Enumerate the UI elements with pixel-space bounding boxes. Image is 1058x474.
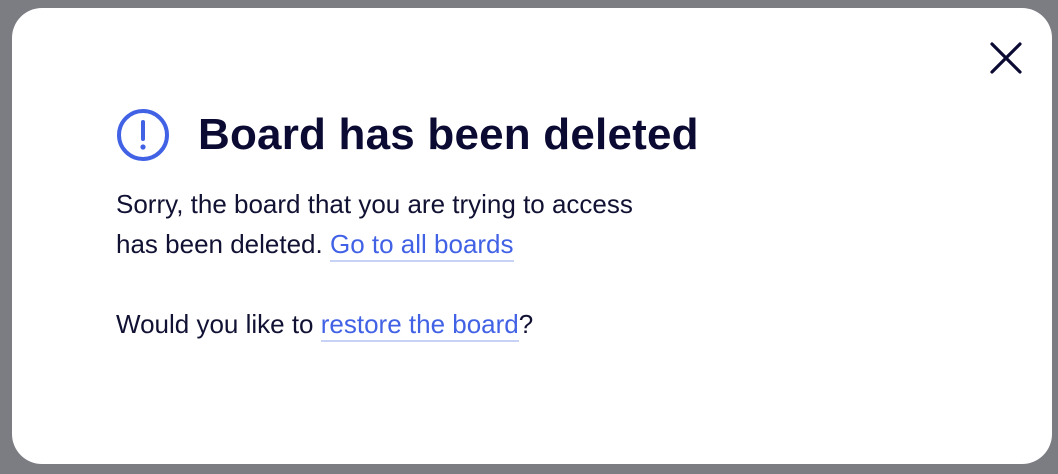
dialog-title: Board has been deleted xyxy=(198,110,699,159)
deleted-message: Sorry, the board that you are trying to … xyxy=(116,184,756,264)
close-button[interactable] xyxy=(984,36,1028,80)
close-icon xyxy=(990,42,1022,74)
board-deleted-dialog: Board has been deleted Sorry, the board … xyxy=(12,8,1052,464)
restore-board-link[interactable]: restore the board xyxy=(320,309,519,342)
message-line-2: has been deleted. xyxy=(116,229,323,259)
restore-prompt: Would you like to restore the board? xyxy=(116,304,756,344)
restore-prompt-suffix: ? xyxy=(518,309,534,339)
go-to-all-boards-link[interactable]: Go to all boards xyxy=(329,229,514,262)
dialog-header: Board has been deleted xyxy=(116,108,699,162)
dialog-body: Sorry, the board that you are trying to … xyxy=(116,184,756,344)
restore-prompt-prefix: Would you like to xyxy=(116,309,314,339)
message-line-1: Sorry, the board that you are trying to … xyxy=(116,189,633,219)
exclamation-circle-icon xyxy=(117,109,169,161)
